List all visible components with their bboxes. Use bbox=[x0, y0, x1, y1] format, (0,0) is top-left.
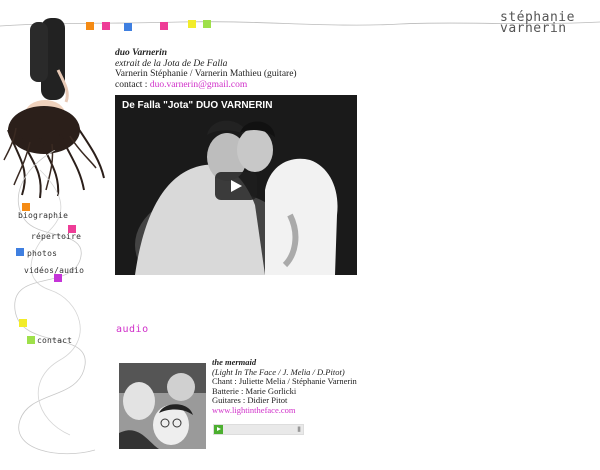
nav-item-contact[interactable]: contact bbox=[37, 336, 72, 345]
header-square-magenta bbox=[160, 22, 168, 30]
nav-square-blue bbox=[16, 248, 24, 256]
audio-volume-icon[interactable]: ▮ bbox=[297, 425, 301, 433]
video-block-subtitle: extrait de la Jota de De Falla bbox=[115, 58, 228, 69]
play-button[interactable] bbox=[215, 172, 257, 200]
decorative-swirl bbox=[14, 150, 96, 455]
brand-line-2: varnerin bbox=[500, 21, 567, 36]
header-square-green bbox=[203, 20, 211, 28]
audio-heading: audio bbox=[116, 324, 149, 335]
brand-logo[interactable]: stéphanie varnerin bbox=[500, 11, 576, 36]
header-square-blue bbox=[124, 23, 132, 31]
nav-square-orange bbox=[22, 203, 30, 211]
nav-item-photos[interactable]: photos bbox=[27, 249, 57, 258]
track-link[interactable]: www.lightintheface.com bbox=[212, 405, 295, 415]
video-block-contact: contact : duo.varnerin@gmail.com bbox=[115, 80, 297, 91]
track-info: the mermaid (Light In The Face / J. Meli… bbox=[212, 357, 357, 415]
nav-item-biographie[interactable]: biographie bbox=[18, 211, 68, 220]
contact-label: contact : bbox=[115, 79, 148, 90]
video-block-title: duo Varnerin bbox=[115, 48, 168, 58]
contact-email-link[interactable]: duo.varnerin@gmail.com bbox=[150, 80, 247, 90]
video-info: duo Varnerin extrait de la Jota de De Fa… bbox=[115, 48, 297, 90]
nav-square-yellow bbox=[19, 319, 27, 327]
audio-player[interactable]: ▮ bbox=[213, 424, 304, 435]
track-thumbnail bbox=[119, 363, 206, 449]
video-player[interactable]: De Falla "Jota" DUO VARNERIN bbox=[115, 95, 357, 275]
nav-item-repertoire[interactable]: répertoire bbox=[31, 232, 81, 241]
nav-square-magenta bbox=[54, 274, 62, 282]
band-photo bbox=[119, 363, 206, 449]
header-square-yellow bbox=[188, 20, 196, 28]
nav-square-green bbox=[27, 336, 35, 344]
nav-item-videos-audio[interactable]: vidéos/audio bbox=[24, 266, 84, 275]
audio-play-button[interactable] bbox=[214, 425, 223, 434]
video-block-members: Varnerin Stéphanie / Varnerin Mathieu (g… bbox=[115, 69, 297, 79]
video-title: De Falla "Jota" DUO VARNERIN bbox=[122, 100, 273, 111]
